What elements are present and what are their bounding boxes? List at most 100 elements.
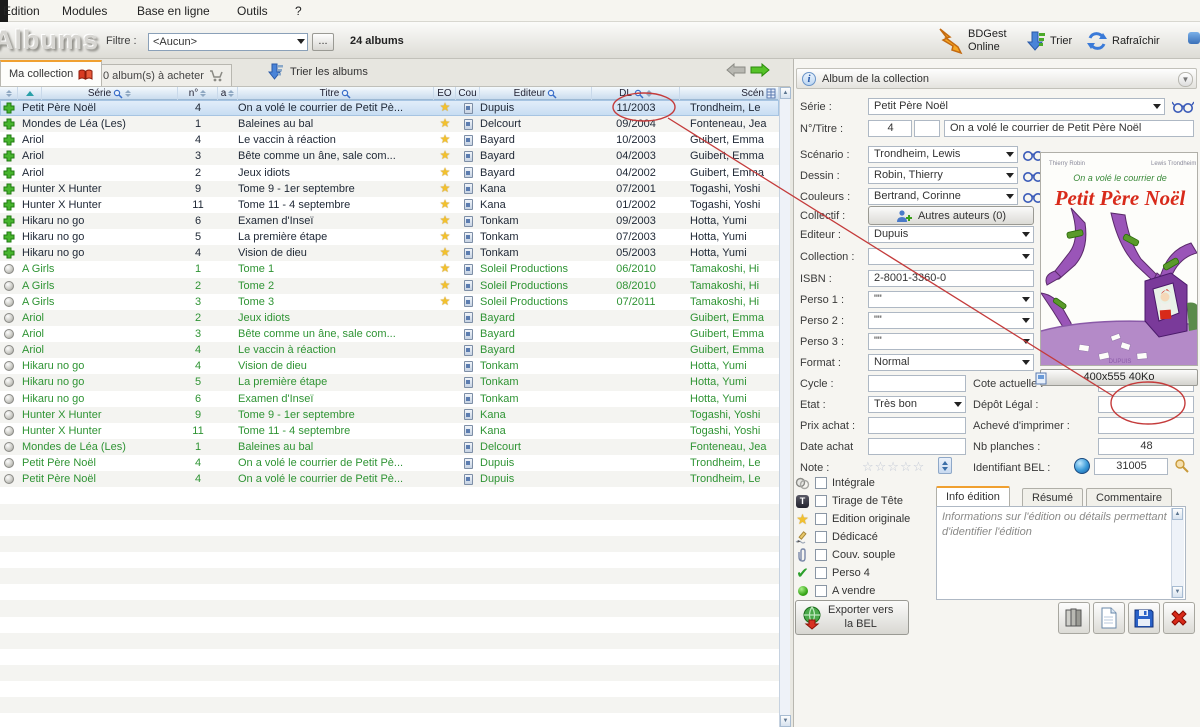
refresh-button[interactable]: Rafraîchir — [1086, 26, 1160, 56]
scroll-down-button[interactable]: ▼ — [780, 715, 791, 727]
edge-button[interactable] — [1188, 32, 1200, 44]
col-editeur[interactable]: Editeur — [480, 87, 592, 100]
table-row[interactable]: Ariol3Bête comme un âne, sale com...★Bay… — [0, 148, 779, 164]
save-button[interactable] — [1128, 602, 1160, 634]
col-eo[interactable]: EO — [434, 87, 456, 100]
tab-albums-a-acheter[interactable]: 0 album(s) à acheter — [94, 64, 232, 86]
table-row[interactable]: Hunter X Hunter11Tome 11 - 4 septembre★K… — [0, 197, 779, 213]
table-row[interactable]: Petit Père Noël4On a volé le courrier de… — [0, 100, 779, 116]
table-row[interactable]: Petit Père Noël4On a volé le courrier de… — [0, 471, 779, 487]
flag-integrale[interactable]: Intégrale — [795, 475, 875, 491]
bel-field[interactable]: 31005 — [1094, 458, 1168, 475]
cover-size-button[interactable]: 400x555 40Ko — [1040, 369, 1198, 386]
table-row[interactable]: Petit Père Noël4On a volé le courrier de… — [0, 455, 779, 471]
delete-button[interactable] — [1163, 602, 1195, 634]
couleurs-select[interactable]: Bertrand, Corinne — [868, 188, 1018, 205]
format-select[interactable]: Normal — [868, 354, 1034, 371]
filter-more-button[interactable]: ... — [312, 33, 334, 51]
col-scen[interactable]: Scén — [680, 87, 779, 100]
menu-help[interactable]: ? — [295, 4, 302, 18]
bdgest-online-button[interactable]: BDGestOnline — [938, 26, 1007, 56]
table-row[interactable]: A Girls2Tome 2★Soleil Productions08/2010… — [0, 278, 779, 294]
table-row[interactable]: Hikaru no go4Vision de dieuTonkamHotta, … — [0, 358, 779, 374]
note-spinner[interactable] — [938, 457, 952, 474]
tab-ma-collection[interactable]: Ma collection — [0, 60, 102, 86]
flag-perso4[interactable]: ✔ Perso 4 — [795, 565, 870, 581]
col-serie[interactable]: Série — [42, 87, 178, 100]
titre-field[interactable]: On a volé le courrier de Petit Père Noël — [944, 120, 1194, 137]
dessin-select[interactable]: Robin, Thierry — [868, 167, 1018, 184]
table-row[interactable]: Ariol4Le vaccin à réactionBayardGuibert,… — [0, 342, 779, 358]
filter-select[interactable]: <Aucun> — [148, 33, 308, 51]
collapse-panel-button[interactable]: ▼ — [1178, 72, 1193, 87]
export-bel-button[interactable]: Exporter versla BEL — [795, 600, 909, 635]
table-row[interactable]: A Girls1Tome 1★Soleil Productions06/2010… — [0, 261, 779, 277]
col-titre[interactable]: Titre — [238, 87, 434, 100]
table-row[interactable]: Ariol3Bête comme un âne, sale com...Baya… — [0, 326, 779, 342]
etat-select[interactable]: Très bon — [868, 396, 966, 413]
nb-planches-field[interactable]: 48 — [1098, 438, 1194, 455]
search-bel-icon[interactable] — [1174, 458, 1189, 473]
perso3-select[interactable]: "" — [868, 333, 1034, 350]
scroll-down-button[interactable]: ▼ — [1172, 586, 1183, 598]
table-scrollbar[interactable]: ▲ ▼ — [779, 87, 790, 727]
table-row[interactable]: Hikaru no go6Examen d'Inseï★Tonkam09/200… — [0, 213, 779, 229]
editeur-select[interactable]: Dupuis — [868, 226, 1034, 243]
checkbox[interactable] — [815, 513, 827, 525]
col-state[interactable] — [0, 87, 18, 100]
flag-edition-originale[interactable]: ★ Edition originale — [795, 511, 910, 527]
col-cou[interactable]: Cou — [456, 87, 480, 100]
table-row[interactable]: Hikaru no go5La première étapeTonkamHott… — [0, 374, 779, 390]
num-bis-field[interactable] — [914, 120, 940, 137]
table-row[interactable]: Mondes de Léa (Les)1Baleines au balDelco… — [0, 439, 779, 455]
tab-info-edition[interactable]: Info édition — [936, 486, 1010, 506]
table-row[interactable]: Ariol2Jeux idiotsBayardGuibert, Emma — [0, 310, 779, 326]
prev-arrow-icon[interactable] — [726, 63, 746, 77]
checkbox[interactable] — [815, 495, 827, 507]
collection-select[interactable] — [868, 248, 1034, 265]
library-button[interactable] — [1058, 602, 1090, 634]
rating-stars[interactable]: ☆☆☆☆☆ — [862, 459, 925, 475]
table-row[interactable]: Hunter X Hunter9Tome 9 - 1er septembreKa… — [0, 407, 779, 423]
scroll-up-button[interactable]: ▲ — [1172, 508, 1183, 520]
table-row[interactable]: Hikaru no go4Vision de dieu★Tonkam05/200… — [0, 245, 779, 261]
checkbox[interactable] — [815, 531, 827, 543]
isbn-field[interactable]: 2-8001-3360-0 — [868, 270, 1034, 287]
new-button[interactable] — [1093, 602, 1125, 634]
menu-edition[interactable]: Edition — [3, 4, 40, 18]
sort-albums-button[interactable]: Trier les albums — [268, 63, 368, 81]
flag-couv-souple[interactable]: Couv. souple — [795, 547, 895, 563]
perso1-select[interactable]: "" — [868, 291, 1034, 308]
tab-commentaire[interactable]: Commentaire — [1086, 488, 1172, 507]
flag-dedicace[interactable]: Dédicacé — [795, 529, 878, 545]
col-a[interactable]: a — [218, 87, 238, 100]
cycle-field[interactable] — [868, 375, 966, 392]
next-arrow-icon[interactable] — [750, 63, 770, 77]
table-row[interactable]: Mondes de Léa (Les)1Baleines au bal★Delc… — [0, 116, 779, 132]
prix-achat-field[interactable] — [868, 417, 966, 434]
checkbox[interactable] — [815, 585, 827, 597]
menu-base-en-ligne[interactable]: Base en ligne — [137, 4, 210, 18]
lookup-glasses-icon[interactable] — [1172, 100, 1194, 114]
table-row[interactable]: Hunter X Hunter11Tome 11 - 4 septembreKa… — [0, 423, 779, 439]
checkbox[interactable] — [815, 549, 827, 561]
num-field[interactable]: 4 — [868, 120, 912, 137]
col-num[interactable]: n° — [178, 87, 218, 100]
checkbox[interactable] — [815, 567, 827, 579]
col-sorted[interactable] — [18, 87, 42, 100]
edition-info-textarea[interactable]: Informations sur l'édition ou détails pe… — [936, 506, 1186, 600]
tab-resume[interactable]: Résumé — [1022, 488, 1083, 507]
date-achat-field[interactable] — [868, 438, 966, 455]
acheve-field[interactable] — [1098, 417, 1194, 434]
serie-select[interactable]: Petit Père Noël — [868, 98, 1165, 115]
perso2-select[interactable]: "" — [868, 312, 1034, 329]
menu-outils[interactable]: Outils — [237, 4, 268, 18]
scenario-select[interactable]: Trondheim, Lewis — [868, 146, 1018, 163]
table-row[interactable]: Ariol4Le vaccin à réaction★Bayard10/2003… — [0, 132, 779, 148]
textarea-scrollbar[interactable]: ▲ ▼ — [1171, 508, 1184, 598]
table-row[interactable]: Hikaru no go6Examen d'InseïTonkamHotta, … — [0, 391, 779, 407]
menu-modules[interactable]: Modules — [62, 4, 107, 18]
sort-button[interactable]: Trier — [1026, 26, 1072, 56]
table-row[interactable]: A Girls3Tome 3★Soleil Productions07/2011… — [0, 294, 779, 310]
depot-legal-field[interactable] — [1098, 396, 1194, 413]
